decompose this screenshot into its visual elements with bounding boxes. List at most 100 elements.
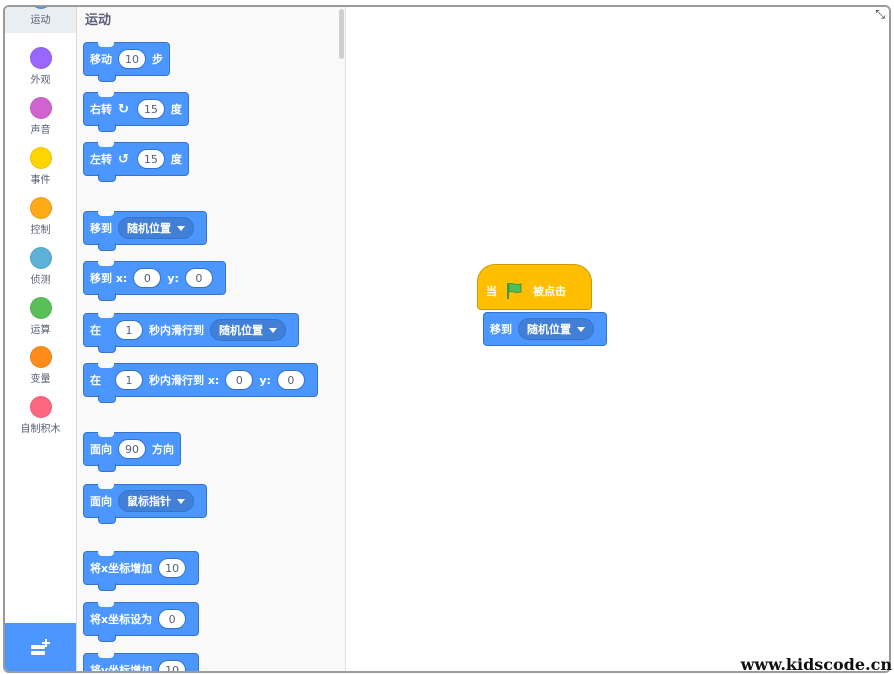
block-text: 方向 bbox=[152, 443, 174, 456]
green-flag-icon bbox=[507, 282, 522, 299]
category-label: 声音 bbox=[30, 125, 51, 136]
category-variables[interactable]: 变量 bbox=[5, 346, 76, 392]
move-steps-block[interactable]: 移动 10 步 bbox=[83, 42, 170, 82]
category-control[interactable]: 控制 bbox=[5, 197, 76, 243]
seconds-input[interactable]: 1 bbox=[115, 320, 143, 340]
set-x-input[interactable]: 0 bbox=[158, 609, 187, 629]
add-extension-icon bbox=[30, 639, 50, 655]
dropdown-value: 随机位置 bbox=[527, 323, 571, 336]
block-text: 移动 bbox=[90, 53, 112, 66]
block-text: 被点击 bbox=[533, 285, 566, 298]
block-text: 步 bbox=[152, 53, 163, 66]
turn-right-block[interactable]: 右转 ↻ 15 度 bbox=[83, 92, 189, 132]
caret-down-icon bbox=[577, 326, 585, 332]
change-x-input[interactable]: 10 bbox=[158, 558, 187, 578]
category-menu: 运动 外观 声音 事件 控制 侦测 运算 变量 自制积木 bbox=[5, 7, 77, 671]
block-text: 秒内滑行到 bbox=[149, 324, 204, 337]
control-dot-icon bbox=[29, 197, 52, 219]
steps-input[interactable]: 10 bbox=[118, 49, 146, 69]
variables-dot-icon bbox=[29, 346, 52, 368]
glide-xy-block[interactable]: 在 1 秒内滑行到 x: 0 y: 0 bbox=[83, 363, 318, 403]
caret-down-icon bbox=[177, 225, 185, 231]
glide-block[interactable]: 在 1 秒内滑行到 随机位置 bbox=[83, 313, 299, 353]
category-label: 外观 bbox=[30, 75, 51, 86]
palette-heading: 运动 bbox=[85, 13, 112, 28]
category-label: 自制积木 bbox=[20, 424, 61, 435]
when-flag-clicked-block[interactable]: 当 被点击 bbox=[477, 264, 592, 310]
x-input[interactable]: 0 bbox=[133, 268, 162, 288]
seconds-input[interactable]: 1 bbox=[115, 370, 143, 390]
category-label: 事件 bbox=[30, 175, 51, 186]
block-text: 度 bbox=[170, 153, 182, 166]
rotate-left-icon: ↺ bbox=[118, 151, 129, 167]
block-text: 面向 bbox=[90, 443, 112, 456]
glide-target-dropdown[interactable]: 随机位置 bbox=[210, 319, 286, 341]
block-text: 面向 bbox=[90, 495, 112, 508]
turn-left-block[interactable]: 左转 ↺ 15 度 bbox=[83, 142, 189, 182]
category-label: 运动 bbox=[30, 15, 51, 26]
x-input[interactable]: 0 bbox=[225, 370, 254, 390]
block-text: 当 bbox=[486, 285, 497, 298]
block-text: 移到 bbox=[490, 323, 512, 336]
category-sound[interactable]: 声音 bbox=[5, 97, 76, 143]
block-text: 度 bbox=[170, 103, 182, 116]
dropdown-value: 鼠标指针 bbox=[127, 495, 171, 508]
y-input[interactable]: 0 bbox=[184, 268, 213, 288]
goto-target-dropdown[interactable]: 随机位置 bbox=[518, 318, 594, 340]
events-dot-icon bbox=[29, 147, 52, 169]
block-text: 移到 bbox=[90, 222, 112, 235]
category-label: 侦测 bbox=[30, 275, 51, 286]
block-text: 在 bbox=[90, 374, 101, 387]
block-text: 将y坐标增加 bbox=[90, 664, 153, 671]
degrees-input[interactable]: 15 bbox=[136, 149, 165, 169]
block-text: 秒内滑行到 x: bbox=[149, 374, 220, 387]
degrees-input[interactable]: 15 bbox=[136, 99, 165, 119]
block-text: y: bbox=[167, 271, 179, 285]
goto-target-dropdown[interactable]: 随机位置 bbox=[118, 217, 194, 239]
watermark: www.kidscode.cn bbox=[740, 655, 892, 674]
category-events[interactable]: 事件 bbox=[5, 147, 76, 193]
block-palette: 运动 移动 10 步 右转 ↻ 15 度 左转 ↺ 15 度 移到 随机位置 移… bbox=[77, 7, 346, 671]
add-extension-button[interactable] bbox=[5, 623, 76, 671]
category-motion[interactable]: 运动 bbox=[5, 7, 76, 33]
palette-scrollbar[interactable] bbox=[339, 9, 344, 59]
change-y-input[interactable]: 10 bbox=[158, 660, 187, 671]
category-looks[interactable]: 外观 bbox=[5, 47, 76, 93]
motion-dot-icon bbox=[29, 7, 52, 9]
my-blocks-dot-icon bbox=[29, 396, 52, 418]
y-input[interactable]: 0 bbox=[276, 370, 305, 390]
resize-icon[interactable]: ⤡ bbox=[875, 7, 885, 22]
category-label: 变量 bbox=[30, 374, 51, 385]
goto-block[interactable]: 移到 随机位置 bbox=[83, 211, 207, 251]
set-x-block[interactable]: 将x坐标设为 0 bbox=[83, 602, 200, 642]
scratch-editor: 运动 外观 声音 事件 控制 侦测 运算 变量 自制积木 运动 移动 10 步 … bbox=[3, 5, 891, 673]
block-text: 在 bbox=[90, 324, 101, 337]
block-text: 移到 x: bbox=[90, 272, 128, 285]
looks-dot-icon bbox=[29, 47, 52, 69]
caret-down-icon bbox=[177, 498, 185, 504]
sound-dot-icon bbox=[29, 97, 52, 119]
block-text: 右转 bbox=[90, 103, 112, 116]
point-target-dropdown[interactable]: 鼠标指针 bbox=[118, 490, 194, 512]
code-workspace[interactable]: ⤡ 当 被点击 移到 随机位置 bbox=[346, 7, 889, 671]
block-text: 将x坐标设为 bbox=[90, 613, 153, 626]
direction-input[interactable]: 90 bbox=[118, 439, 146, 459]
block-text: 左转 bbox=[90, 153, 112, 166]
category-label: 控制 bbox=[30, 225, 51, 236]
goto-xy-block[interactable]: 移到 x: 0 y: 0 bbox=[83, 261, 226, 301]
workspace-goto-block[interactable]: 移到 随机位置 bbox=[483, 312, 607, 346]
change-x-block[interactable]: 将x坐标增加 10 bbox=[83, 551, 200, 591]
category-sensing[interactable]: 侦测 bbox=[5, 247, 76, 293]
point-towards-block[interactable]: 面向 鼠标指针 bbox=[83, 484, 207, 524]
block-text: y: bbox=[259, 373, 271, 387]
sensing-dot-icon bbox=[29, 247, 52, 269]
change-y-block[interactable]: 将y坐标增加 10 bbox=[83, 653, 200, 671]
category-label: 运算 bbox=[30, 325, 51, 336]
block-text: 将x坐标增加 bbox=[90, 562, 153, 575]
operators-dot-icon bbox=[29, 297, 52, 319]
point-direction-block[interactable]: 面向 90 方向 bbox=[83, 432, 181, 472]
rotate-right-icon: ↻ bbox=[118, 101, 129, 117]
category-my-blocks[interactable]: 自制积木 bbox=[5, 396, 76, 442]
dropdown-value: 随机位置 bbox=[127, 222, 171, 235]
category-operators[interactable]: 运算 bbox=[5, 297, 76, 343]
